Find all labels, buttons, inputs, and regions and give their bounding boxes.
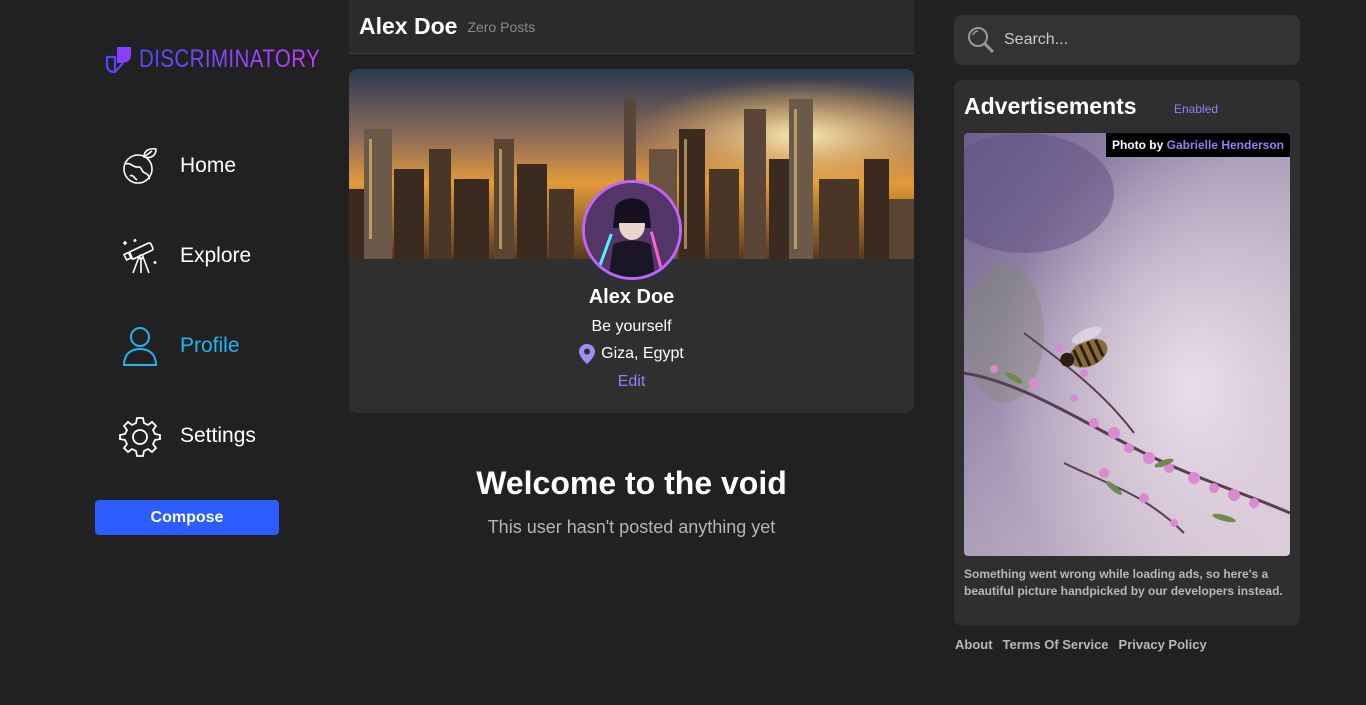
photo-credit: Photo by Gabrielle Henderson [1105,133,1290,157]
user-icon [118,324,162,368]
ads-status-badge: Enabled [1174,102,1219,116]
location-pin-icon [579,344,596,364]
profile-name: Alex Doe [588,286,675,308]
search-bar[interactable] [954,15,1300,65]
sidebar-item-label: Explore [180,244,252,267]
empty-state-title: Welcome to the void [476,465,787,501]
ad-fallback-photo: Photo by Gabrielle Henderson [964,133,1290,556]
footer-privacy-link[interactable]: Privacy Policy [1119,637,1207,652]
profile-header-bar: Alex Doe Zero Posts [349,0,914,54]
sidebar-item-label: Settings [180,424,256,447]
empty-state-subtitle: This user hasn't posted anything yet [487,517,776,537]
header-user-name: Alex Doe [359,13,458,39]
post-count: Zero Posts [467,18,536,35]
search-input[interactable] [1002,30,1286,50]
profile-bio: Be yourself [591,318,672,335]
sidebar-item-home[interactable]: Home [118,144,236,188]
compose-button[interactable]: Compose [95,500,279,535]
leaf-logo-icon [105,47,131,74]
ads-title: Advertisements [964,93,1137,119]
sidebar-item-label: Profile [180,334,240,357]
brand-name: DISCRIMINATORY [139,44,321,73]
search-icon [968,27,995,54]
brand-logo[interactable]: DISCRIMINATORY [103,43,360,75]
globe-leaf-icon [118,144,162,188]
footer-about-link[interactable]: About [955,637,993,652]
photo-credit-author-link[interactable]: Gabrielle Henderson [1167,138,1284,152]
sidebar-item-label: Home [180,154,237,177]
telescope-icon [118,234,162,278]
sidebar-item-explore[interactable]: Explore [118,234,251,278]
profile-location: Giza, Egypt [349,344,914,364]
profile-avatar[interactable] [582,180,682,280]
photo-credit-prefix: Photo by [1111,138,1164,152]
edit-profile-link[interactable]: Edit [349,373,914,391]
location-text: Giza, Egypt [601,345,684,362]
footer-links: About Terms Of Service Privacy Policy [955,637,1207,652]
sidebar-item-profile[interactable]: Profile [118,324,240,368]
gear-icon [118,414,162,458]
sidebar-item-settings[interactable]: Settings [118,414,256,458]
advertisements-panel: Advertisements Enabled Photo by Gabriell… [954,80,1300,626]
profile-card: Alex Doe Be yourself Giza, Egypt Edit [349,69,914,413]
footer-tos-link[interactable]: Terms Of Service [1003,637,1109,652]
ads-fallback-message: Something went wrong while loading ads, … [964,567,1283,598]
